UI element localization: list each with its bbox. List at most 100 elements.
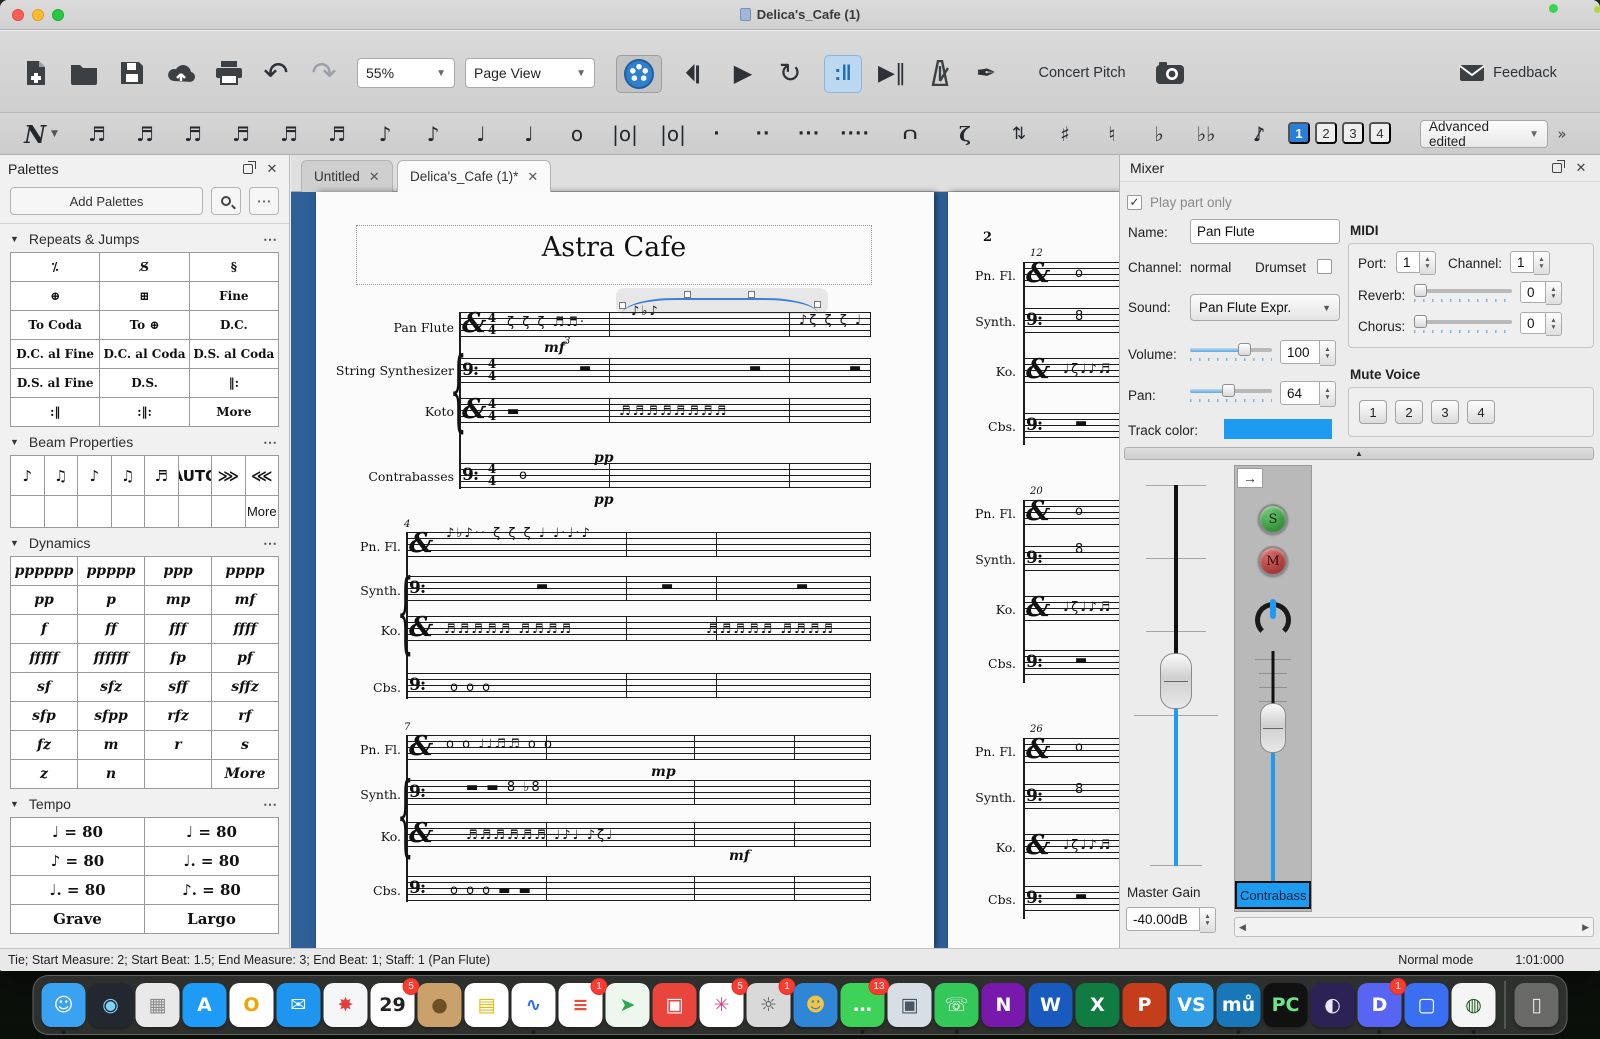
staff[interactable]: ♩ζ♩♪♬ [1023,834,1119,859]
dock-item[interactable]: ▣ [653,983,697,1027]
palette-cell[interactable]: ♩. = 80 [11,876,145,905]
metronome-toggle[interactable] [922,55,958,91]
dynamic-marking[interactable]: mf [729,848,750,864]
close-tab-icon[interactable]: ✕ [527,169,538,185]
tie-button[interactable]: ∩ [893,125,927,144]
title-bar[interactable]: Delica's_Cafe (1) [0,0,1600,30]
palette-cell[interactable]: pf [212,644,279,673]
dock-item[interactable]: VS [1170,983,1214,1027]
staff[interactable]: ▬ [1023,650,1119,675]
palette-cell[interactable] [45,496,79,528]
dock-item[interactable]: ☏ [935,983,979,1027]
note-duration-button[interactable]: ♬ [80,119,114,149]
palette-section-header[interactable]: ▼ Beam Properties ⋯ [0,429,289,455]
palette-section-header[interactable]: ▼ Tempo ⋯ [0,791,289,817]
palette-cell[interactable]: r [145,731,212,760]
score-title[interactable]: Astra Cafe [357,232,871,263]
add-palettes-button[interactable]: Add Palettes [10,187,203,215]
score-page-1[interactable]: Astra Cafe Pan Flute String Synthesizer … [316,192,934,948]
palette-cell[interactable]: mf [212,586,279,615]
dock-item[interactable]: N [982,983,1026,1027]
palette-cell[interactable]: z [11,760,78,789]
note-input-mode-button[interactable]: N▼ [18,119,64,149]
staff[interactable]: o o o ▬ ▬ [406,876,871,901]
palette-cell[interactable]: ⊞ [100,282,189,311]
section-menu-icon[interactable]: ⋯ [263,434,279,451]
note-duration-button[interactable]: ♬ [224,119,258,149]
note-duration-button[interactable]: |o| [656,119,690,149]
dock-item[interactable]: ≡ 1 [559,983,603,1027]
tie-handle[interactable] [748,291,755,298]
palette-cell[interactable]: ⋙ [212,456,246,496]
palette-section-header[interactable]: ▼ Dynamics ⋯ [0,530,289,556]
staff[interactable]: ▬ ▬ ▬ [406,576,871,601]
palette-cell[interactable]: :‖: [100,398,189,427]
dock-item[interactable]: ✉ [277,983,321,1027]
rest-button[interactable]: ζ [948,119,982,149]
channel-fader-handle[interactable] [1260,703,1286,753]
staff[interactable]: ♪♭♪·· ζ ζ ζ ♩ ♩·♩·♪ [406,532,871,557]
note-duration-button[interactable]: ♪ [368,119,402,149]
workspace-select[interactable]: Advanced edited▼ [1420,120,1548,148]
note-duration-button[interactable]: ♪ [416,119,450,149]
palette-cell[interactable]: More [212,760,279,789]
accidental-button[interactable]: ♮ [1095,119,1129,149]
dock-item[interactable]: ☺ [42,983,86,1027]
palette-cell[interactable]: p [78,586,145,615]
dock-item[interactable]: 29 5 [371,983,415,1027]
palette-cell[interactable]: AUTO [179,456,213,496]
scroll-right-icon[interactable]: ▶ [1582,922,1589,933]
save-online-button[interactable] [164,57,198,89]
palette-cell[interactable]: To ⊕ [100,311,189,340]
staff[interactable]: o [1023,500,1119,525]
palette-cell[interactable]: Grave [11,905,145,934]
toolbar-overflow-button[interactable]: » [1552,119,1572,149]
staff[interactable]: 8 [1023,308,1119,333]
note-duration-button[interactable]: o [560,119,594,149]
undock-panel-button[interactable] [239,160,257,178]
pan-knob[interactable] [1255,602,1291,638]
palette-cell[interactable]: fff [145,615,212,644]
section-menu-icon[interactable]: ⋯ [263,796,279,813]
rewind-button[interactable]: ⏴❙ [678,55,712,91]
dock-item[interactable]: O [230,983,274,1027]
dock-item[interactable]: ☼ 1 [747,983,791,1027]
dynamic-marking[interactable]: mp [651,764,676,780]
image-capture-button[interactable] [1150,57,1190,89]
palette-cell[interactable]: ppppp [78,557,145,586]
palette-cell[interactable]: Fine [190,282,279,311]
palette-cell[interactable]: pp [11,586,78,615]
save-button[interactable] [116,57,148,89]
mixer-channel-strip[interactable]: → S M Contrabass [1234,465,1312,912]
close-panel-button[interactable]: ✕ [263,160,281,178]
dock-item[interactable]: D 1 [1358,983,1402,1027]
palette-cell[interactable]: ff [78,615,145,644]
palette-cell[interactable]: sfp [11,702,78,731]
staff[interactable]: o o ♩♩♬♬ o o [406,735,871,760]
scroll-left-icon[interactable]: ◀ [1239,922,1246,933]
palette-cell[interactable]: ♩ = 80 [145,818,279,847]
palette-cell[interactable]: More [246,496,280,528]
palette-cell[interactable]: f [11,615,78,644]
staff[interactable]: 44 ▬ ♬♬♬♬♬♬♬♬ [459,398,871,423]
augmentation-dot-button[interactable]: ·· [746,119,780,149]
note-duration-button[interactable]: ♬ [176,119,210,149]
section-menu-icon[interactable]: ⋯ [263,535,279,552]
grace-note-button[interactable]: ♪/ [1242,119,1276,149]
palette-cell[interactable]: More [190,398,279,427]
loop-playback-button[interactable]: ↻ [772,55,808,91]
voice-4-button[interactable]: 4 [1369,122,1391,144]
palette-cell[interactable]: ♪ = 80 [11,847,145,876]
dock-item[interactable]: ◍ [1452,983,1496,1027]
palette-cell[interactable]: rfz [145,702,212,731]
undo-button[interactable]: ↶ [258,53,294,93]
dock-item[interactable]: ◐ [1311,983,1355,1027]
staff[interactable]: o [1023,738,1119,763]
staff[interactable]: o [1023,262,1119,287]
tab-delicas-cafe[interactable]: Delica's_Cafe (1)*✕ [397,160,551,192]
palette-cell[interactable]: mp [145,586,212,615]
palette-cell[interactable]: sfz [78,673,145,702]
dock-item[interactable]: ➤ [606,983,650,1027]
dock-item[interactable]: X [1076,983,1120,1027]
midi-input-toggle[interactable] [616,55,662,93]
